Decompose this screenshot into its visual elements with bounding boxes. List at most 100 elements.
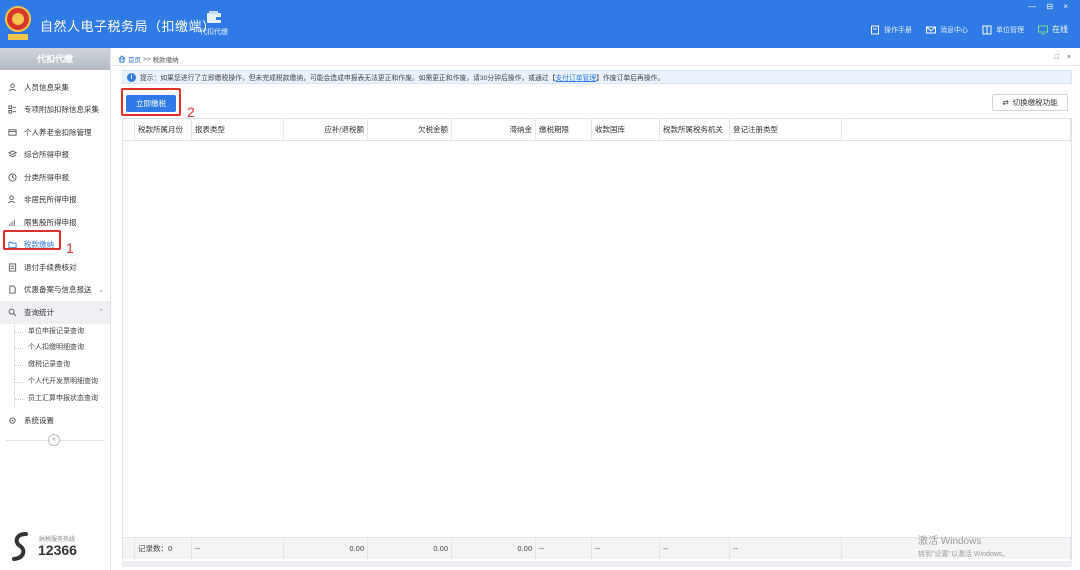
manual-label: 操作手册	[884, 26, 912, 34]
info-icon: i	[127, 72, 136, 82]
sidebar-item-label: 分类所得申报	[24, 172, 69, 182]
layers-icon	[8, 150, 17, 158]
column-header: 滞纳金	[452, 119, 536, 141]
sidebar-item-2[interactable]: 个人养老金扣除管理	[0, 121, 110, 144]
submenu-item-3[interactable]: 个人代开发票明细查询	[15, 374, 110, 391]
sidebar-item-3[interactable]: 综合所得申报	[0, 144, 110, 167]
column-header: 缴税期限	[536, 119, 592, 141]
column-header: 报表类型	[192, 119, 284, 141]
book-icon	[871, 25, 879, 34]
sidebar-item-label: 个人养老金扣除管理	[24, 127, 92, 137]
footer-cell: --	[536, 538, 592, 560]
unit-mgmt-label: 单位管理	[996, 26, 1024, 34]
bar-chart-icon	[9, 219, 15, 226]
windows-watermark: 激活 Windows 转到"设置"以激活 Windows。	[918, 532, 1009, 559]
chevron-down-icon: ⌄	[98, 286, 104, 294]
tax-payment-table: 税款所属月份 报表类型 应补/退税额 欠税金额 滞纳金 缴税期限 收款国库 税款所属税务机关登…	[122, 118, 1072, 564]
collapse-sidebar-button[interactable]: «	[48, 434, 60, 446]
breadcrumb: 首页 >> 税款缴纳	[118, 54, 179, 64]
column-header: 应补/退税额	[284, 119, 368, 141]
sidebar-item-10[interactable]: 查询统计 ⌃	[0, 301, 110, 324]
column-header: 税款所属税务机关	[660, 119, 730, 141]
doc-icon	[8, 263, 17, 272]
breadcrumb-sep: >>	[143, 55, 151, 63]
sidebar-menu: 人员信息采集专项附加扣除信息采集 个人养老金扣除管理 综合所得申报 分类所得申报 非居民…	[0, 76, 110, 324]
sidebar-item-label: 非居民所得申报	[24, 195, 77, 205]
clock-icon	[8, 173, 17, 182]
column-header: 登记注册类型	[730, 119, 842, 141]
switch-label: 切换缴税功能	[1012, 98, 1058, 107]
messages-button[interactable]: 消息中心	[926, 25, 968, 35]
sidebar-item-label: 系统设置	[24, 416, 54, 426]
person-icon	[8, 83, 17, 92]
topnav-label: 代扣代缴	[200, 29, 228, 36]
annotation-box-1	[3, 230, 61, 250]
sidebar-header: 代扣代缴	[0, 48, 110, 70]
file-icon	[9, 285, 16, 294]
online-status[interactable]: 在线	[1038, 24, 1068, 35]
sidebar-item-0[interactable]: 人员信息采集	[0, 76, 110, 99]
submenu-item-2[interactable]: 缴税记录查询	[15, 357, 110, 374]
sidebar-item-1[interactable]: 专项附加扣除信息采集	[0, 99, 110, 122]
manual-button[interactable]: 操作手册	[870, 25, 912, 35]
chevron-up-icon: ⌃	[98, 309, 104, 316]
submenu-item-0[interactable]: 单位申报记录查询	[15, 324, 110, 341]
table-header: 税款所属月份 报表类型 应补/退税额 欠税金额 滞纳金 缴税期限 收款国库 税款所属税务机关登…	[123, 119, 1071, 141]
column-header: 欠税金额	[368, 119, 452, 141]
footer-cell-blank	[123, 538, 135, 560]
monitor-icon	[1038, 25, 1048, 34]
swap-icon: ⇄	[1002, 98, 1009, 107]
annotation-number-2: 2	[187, 104, 195, 120]
sidebar-item-label: 专项附加扣除信息采集	[24, 105, 99, 115]
query-submenu: 单位申报记录查询 个人扣缴明细查询 缴税记录查询 个人代开发票明细查询 员工汇算申报状态…	[14, 323, 110, 408]
sidebar-item-label: 查询统计	[24, 307, 54, 317]
sidebar-item-label: 综合所得申报	[24, 150, 69, 160]
order-mgmt-link[interactable]: 支付订单管理	[555, 72, 596, 82]
column-header-blank	[842, 119, 1071, 141]
column-header: 收款国库	[592, 119, 660, 141]
list-icon	[8, 105, 17, 114]
submenu-item-1[interactable]: 个人扣缴明细查询	[15, 340, 110, 357]
main-panel: 首页 >> 税款缴纳 □ × i 提示：如果您进行了立即缴税操作，但未完成税款缴…	[112, 48, 1080, 570]
switch-payment-button[interactable]: ⇄ 切换缴税功能	[992, 94, 1068, 111]
watermark-line2: 转到"设置"以激活 Windows。	[918, 551, 1010, 558]
sidebar-item-label: 人员信息采集	[24, 82, 69, 92]
horizontal-scrollbar[interactable]	[122, 561, 1072, 567]
footer-cell: 记录数：0	[135, 538, 192, 560]
card-icon	[8, 129, 17, 136]
column-header-blank	[123, 119, 135, 141]
sidebar-item-5[interactable]: 非居民所得申报	[0, 189, 110, 212]
sidebar-item-4[interactable]: 分类所得申报	[0, 166, 110, 189]
sidebar: 代扣代缴 人员信息采集专项附加扣除信息采集 个人养老金扣除管理 综合所得申报 分类所得…	[0, 48, 111, 570]
annotation-box-2	[121, 88, 181, 116]
window-controls[interactable]: — ⊟ ×	[1028, 2, 1072, 11]
sidebar-item-9[interactable]: 优惠备案与信息报送 ⌄	[0, 279, 110, 302]
tip-text: 提示：如果您进行了立即缴税操作，但未完成税款缴纳，可能会造成申报表无法更正和作废…	[140, 75, 556, 82]
sidebar-item-8[interactable]: 退付手续费核对	[0, 256, 110, 279]
wallet-icon	[207, 11, 221, 23]
tab-controls[interactable]: □ ×	[1055, 54, 1074, 61]
footer-cell: 0.00	[284, 538, 368, 560]
online-label: 在线	[1052, 25, 1068, 34]
home-icon	[118, 55, 126, 63]
watermark-line1: 激活 Windows	[918, 536, 982, 547]
sidebar-item-label: 退付手续费核对	[24, 262, 77, 272]
mail-icon	[926, 26, 936, 33]
sidebar-item-label: 优惠备案与信息报送	[24, 285, 92, 295]
topnav-withholding[interactable]: 代扣代缴	[192, 10, 236, 46]
annotation-number-1: 1	[66, 240, 74, 256]
tip-banner: i 提示：如果您进行了立即缴税操作，但未完成税款缴纳，可能会造成申报表无法更正和…	[122, 70, 1072, 84]
gear-icon	[9, 417, 16, 424]
sidebar-item-settings[interactable]: 系统设置	[0, 409, 110, 432]
footer-cell: 0.00	[368, 538, 452, 560]
breadcrumb-bar: 首页 >> 税款缴纳 □ ×	[112, 52, 1080, 66]
sidebar-item-label: 限售股所得申报	[24, 217, 77, 227]
search-icon	[8, 308, 17, 317]
breadcrumb-home[interactable]: 首页	[128, 54, 141, 64]
hotline-number: 12366	[38, 542, 77, 558]
unit-mgmt-button[interactable]: 单位管理	[982, 25, 1024, 35]
submenu-item-4[interactable]: 员工汇算申报状态查询	[15, 391, 110, 408]
column-header: 税款所属月份	[135, 119, 192, 141]
footer-cell: 0.00	[452, 538, 536, 560]
phone-logo-icon	[12, 532, 28, 561]
